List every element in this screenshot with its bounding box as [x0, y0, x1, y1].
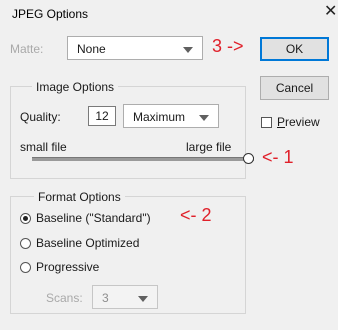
matte-value: None: [77, 42, 106, 56]
close-icon[interactable]: ✕: [324, 4, 338, 20]
chevron-down-icon: [199, 115, 209, 121]
annotation-3: 3 ->: [212, 36, 244, 56]
chevron-down-icon: [138, 296, 148, 302]
image-options-title: Image Options: [32, 80, 119, 94]
radio-baseline-standard[interactable]: [20, 213, 31, 224]
baseline-optimized-label[interactable]: Baseline Optimized: [36, 236, 139, 250]
image-options-group: [10, 86, 246, 179]
window-title: JPEG Options: [12, 7, 89, 21]
radio-baseline-optimized[interactable]: [20, 238, 31, 249]
preview-label[interactable]: Preview: [277, 115, 320, 129]
chevron-down-icon: [183, 47, 193, 53]
matte-label: Matte:: [10, 42, 44, 56]
scans-value: 3: [102, 291, 109, 305]
title-bar: JPEG Options ✕: [0, 0, 338, 28]
quality-label: Quality:: [20, 110, 61, 124]
radio-progressive[interactable]: [20, 262, 31, 273]
scans-select[interactable]: 3: [92, 285, 158, 309]
preview-checkbox[interactable]: [261, 117, 272, 128]
matte-select[interactable]: None: [67, 36, 203, 60]
format-options-title: Format Options: [34, 190, 125, 204]
annotation-2: <- 2: [180, 205, 212, 225]
progressive-label[interactable]: Progressive: [36, 260, 99, 274]
cancel-button[interactable]: Cancel: [260, 76, 329, 100]
radio-selected-dot: [23, 216, 28, 221]
preview-mnemonic: P: [277, 115, 286, 129]
baseline-standard-label[interactable]: Baseline ("Standard"): [36, 211, 151, 225]
quality-slider-thumb[interactable]: [243, 153, 254, 164]
quality-slider-track[interactable]: [32, 157, 254, 161]
annotation-1: <- 1: [262, 147, 294, 167]
small-file-label: small file: [20, 140, 67, 154]
scans-label: Scans:: [46, 291, 83, 305]
quality-preset-value: Maximum: [133, 110, 186, 124]
quality-preset-select[interactable]: Maximum: [123, 104, 219, 128]
large-file-label: large file: [186, 140, 232, 154]
quality-input[interactable]: 12: [88, 106, 116, 126]
ok-button[interactable]: OK: [260, 37, 329, 61]
preview-label-rest: review: [285, 115, 320, 129]
